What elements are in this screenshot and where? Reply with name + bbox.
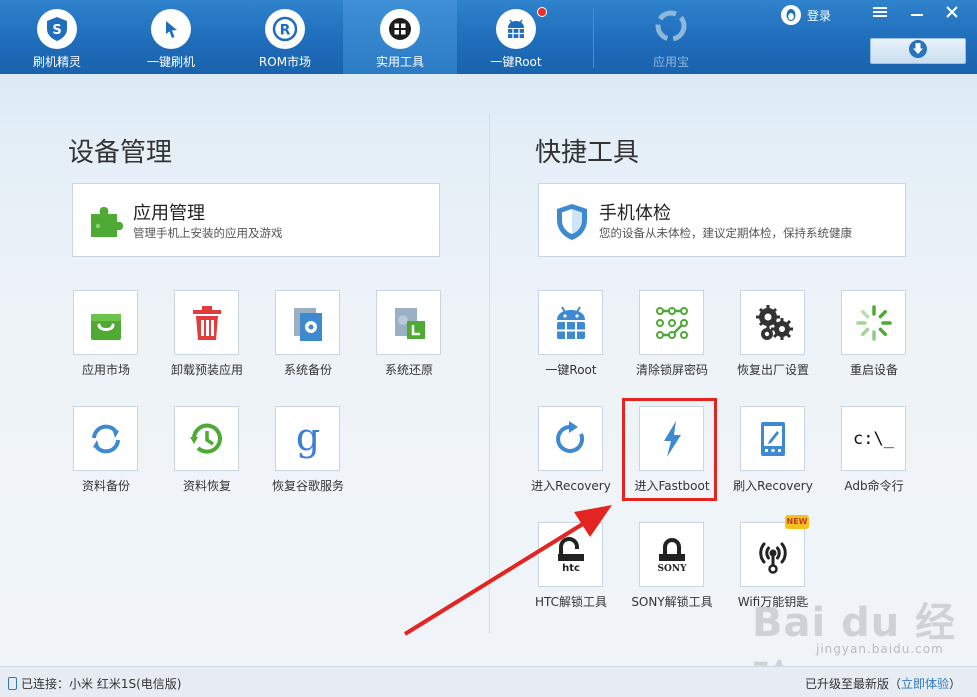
- upgrade-status: 已升级至最新版（立即体验）: [805, 675, 961, 692]
- phone-icon: [8, 677, 17, 690]
- connection-status: 已连接：小米 红米1S(电信版): [8, 675, 181, 692]
- watermark-url: jingyan.baidu.com: [816, 642, 944, 656]
- upgrade-text: 已升级至最新版（: [804, 677, 901, 691]
- status-bar: 已连接：小米 红米1S(电信版) 已升级至最新版（立即体验）: [0, 666, 977, 697]
- upgrade-text-end: ）: [948, 677, 961, 691]
- try-now-link[interactable]: 立即体验: [901, 677, 949, 691]
- connection-text: 已连接：小米 红米1S(电信版): [21, 677, 182, 691]
